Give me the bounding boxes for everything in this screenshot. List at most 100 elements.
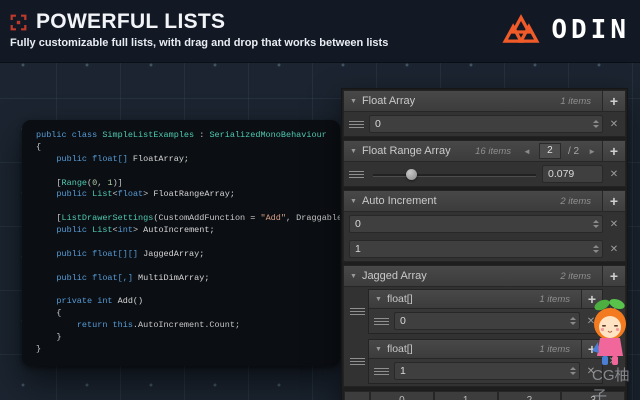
- code-line: [ListDrawerSettings(CustomAddFunction = …: [36, 213, 340, 225]
- code-line: public List<int> AutoIncrement;: [36, 225, 340, 237]
- item-count-label: 1 items: [539, 294, 570, 305]
- nested-list-header[interactable]: ▼ float[] 1 items +: [369, 340, 602, 359]
- foldout-icon[interactable]: ▼: [350, 273, 357, 280]
- header-band: POWERFUL LISTS Fully customizable full l…: [0, 0, 640, 63]
- section-jagged-array: ▼ Jagged Array 2 items + ▼ float[] 1 ite…: [343, 265, 626, 387]
- auto-increment-header[interactable]: ▼ Auto Increment 2 items +: [344, 191, 625, 212]
- code-line: [36, 166, 340, 178]
- list-item: 0 ✕: [346, 114, 623, 134]
- page-title: POWERFUL LISTS: [36, 10, 225, 34]
- drag-handle-icon[interactable]: [350, 358, 365, 365]
- jagged-item: ▼ float[] 1 items + 1: [346, 339, 623, 384]
- field-value: 0.079: [548, 168, 600, 180]
- code-line: {: [36, 142, 340, 154]
- code-line: public List<float> FloatRangeArray;: [36, 189, 340, 201]
- odin-wordmark: ODIN: [551, 15, 630, 45]
- page-prev-icon[interactable]: ◄: [523, 147, 531, 156]
- slider-knob-icon[interactable]: [406, 169, 417, 180]
- gutter: [346, 358, 368, 365]
- nested-list-header[interactable]: ▼ float[] 1 items +: [369, 290, 602, 309]
- item-count-label: 1 items: [539, 344, 570, 355]
- gutter: [346, 308, 368, 315]
- drag-handle-icon[interactable]: [374, 318, 389, 325]
- code-line: private int Add(): [36, 296, 340, 308]
- delete-item-button[interactable]: ✕: [605, 119, 623, 130]
- section-title: Auto Increment: [362, 195, 437, 207]
- foldout-icon[interactable]: ▼: [350, 198, 357, 205]
- code-line: public float[,] MultiDimArray;: [36, 273, 340, 285]
- section-float-array: ▼ Float Array 1 items + 0 ✕: [343, 90, 626, 137]
- number-field[interactable]: 0: [394, 312, 580, 330]
- section-title: Float Array: [362, 95, 415, 107]
- page-number-field[interactable]: 2: [539, 143, 561, 159]
- code-line: }: [36, 332, 340, 344]
- jagged-array-header[interactable]: ▼ Jagged Array 2 items +: [344, 266, 625, 287]
- add-item-button[interactable]: +: [602, 191, 625, 211]
- field-value: 1: [355, 243, 591, 255]
- code-line: [36, 201, 340, 213]
- number-field[interactable]: 0: [349, 215, 603, 233]
- mascot-watermark: [585, 296, 635, 370]
- section-body: 0 ✕: [344, 112, 625, 136]
- table-col-header: 2: [498, 391, 562, 400]
- number-field[interactable]: 1: [349, 240, 603, 258]
- delete-item-button[interactable]: ✕: [605, 219, 623, 230]
- list-item: 0 ✕: [371, 311, 600, 331]
- float-range-array-header[interactable]: ▼ Float Range Array 16 items ◄ 2 / 2 ► +: [344, 141, 625, 162]
- section-body: 1 ✕: [369, 359, 602, 383]
- item-count-label: 2 items: [560, 271, 591, 282]
- section-float-range-array: ▼ Float Range Array 16 items ◄ 2 / 2 ► +: [343, 140, 626, 187]
- add-item-button[interactable]: +: [602, 141, 625, 161]
- delete-item-button[interactable]: ✕: [605, 169, 623, 180]
- list-item: 0.079 ✕: [346, 164, 623, 184]
- number-field[interactable]: 0.079: [542, 165, 603, 183]
- code-line: public float[][] JaggedArray;: [36, 249, 340, 261]
- number-stepper[interactable]: [591, 245, 600, 253]
- number-stepper[interactable]: [591, 120, 600, 128]
- jagged-item: ▼ float[] 1 items + 0: [346, 289, 623, 334]
- foldout-icon[interactable]: ▼: [375, 346, 382, 353]
- number-field[interactable]: 0: [369, 115, 603, 133]
- section-body: ▼ float[] 1 items + 0: [344, 287, 625, 386]
- section-title: Jagged Array: [362, 270, 427, 282]
- code-line: [Range(0, 1)]: [36, 178, 340, 190]
- odin-brand: ODIN: [500, 11, 630, 49]
- number-stepper[interactable]: [568, 317, 577, 325]
- code-line: }: [36, 344, 340, 356]
- code-line: [36, 285, 340, 297]
- section-body: 0.079 ✕: [344, 162, 625, 186]
- delete-item-button[interactable]: ✕: [605, 244, 623, 255]
- code-line: public class SimpleListExamples : Serial…: [36, 130, 340, 142]
- range-slider[interactable]: [373, 166, 536, 182]
- drag-handle-icon[interactable]: [349, 171, 364, 178]
- focus-brackets-icon: [10, 14, 27, 31]
- number-stepper[interactable]: [591, 220, 600, 228]
- odin-logo-icon: [500, 11, 542, 49]
- section-title: float[]: [387, 293, 413, 305]
- add-item-button[interactable]: +: [602, 91, 625, 111]
- foldout-icon[interactable]: ▼: [375, 296, 382, 303]
- item-count-label: 16 items: [475, 146, 511, 157]
- list-item: 1 ✕: [346, 239, 623, 259]
- number-stepper[interactable]: [568, 367, 577, 375]
- table-col-header: 1: [434, 391, 498, 400]
- field-value: 1: [400, 365, 568, 377]
- foldout-icon[interactable]: ▼: [350, 98, 357, 105]
- item-count-label: 1 items: [560, 96, 591, 107]
- float-array-header[interactable]: ▼ Float Array 1 items +: [344, 91, 625, 112]
- code-block: public class SimpleListExamples : Serial…: [36, 130, 340, 356]
- page-next-icon[interactable]: ►: [588, 147, 596, 156]
- page-total-label: / 2: [568, 146, 579, 157]
- add-item-button[interactable]: +: [602, 266, 625, 286]
- table-col-header: 0: [370, 391, 434, 400]
- drag-handle-icon[interactable]: [350, 308, 365, 315]
- drag-handle-icon[interactable]: [349, 121, 364, 128]
- number-field[interactable]: 1: [394, 362, 580, 380]
- section-title: float[]: [387, 343, 413, 355]
- list-item: 1 ✕: [371, 361, 600, 381]
- table-corner-cell: [344, 391, 370, 400]
- drag-handle-icon[interactable]: [374, 368, 389, 375]
- code-line: return this.AutoIncrement.Count;: [36, 320, 340, 332]
- foldout-icon[interactable]: ▼: [350, 148, 357, 155]
- multidim-table: 01230000010000: [343, 390, 626, 400]
